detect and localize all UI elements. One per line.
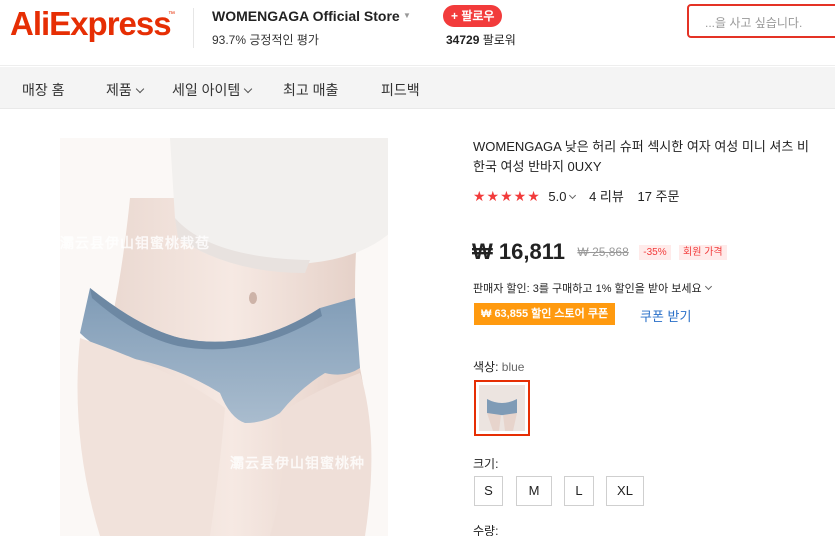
- watermark-text-bottom: 灞云县伊山钼蜜桃种: [230, 455, 365, 472]
- nav-item-feedback[interactable]: 피드백: [381, 80, 420, 100]
- chevron-down-icon: [244, 84, 253, 94]
- watermark-text-top: 灞云县伊山钼蜜桃栽苞: [60, 235, 210, 252]
- product-title-line1: WOMENGAGA 낮은 허리 슈퍼 섹시한 여자 여성 미니 셔츠 비: [473, 139, 809, 154]
- followers-label: 팔로워: [482, 33, 516, 47]
- color-label-text: 색상:: [473, 360, 499, 374]
- product-main-image[interactable]: 灞云县伊山钼蜜桃栽苞 灞云县伊山钼蜜桃种: [60, 138, 388, 536]
- chevron-down-icon: [135, 84, 145, 94]
- nav-item-store-home[interactable]: 매장 홈: [22, 80, 65, 100]
- orders-count: 17 주문: [637, 189, 680, 204]
- store-coupon-badge: ₩ 63,855 할인 스토어 쿠폰: [474, 303, 616, 325]
- store-positive-label: 긍정적인 평가: [249, 33, 319, 47]
- size-option-s[interactable]: S: [474, 476, 503, 506]
- search-input[interactable]: ...을 사고 싶습니다.: [687, 4, 835, 38]
- nav-item-label: 세일 아이템: [172, 82, 241, 98]
- reviews-link[interactable]: 4 리뷰: [589, 189, 624, 204]
- rating-row: ★★★★★ 5.0 4 리뷰 17 주문: [473, 186, 679, 204]
- store-nav: 매장 홈 제품 세일 아이템 최고 매출 피드백: [0, 67, 835, 109]
- store-name-link[interactable]: WOMENGAGA Official Store: [212, 8, 400, 24]
- follow-button[interactable]: + 팔로우: [443, 5, 503, 27]
- store-positive-pct: 93.7%: [212, 33, 247, 47]
- size-option-l[interactable]: L: [564, 476, 594, 506]
- price-row: ₩ 16,811 ₩ 25,868 -35% 회원 가격: [472, 239, 727, 265]
- get-coupon-link[interactable]: 쿠폰 받기: [640, 306, 691, 325]
- size-label: 크기:: [473, 457, 499, 471]
- nav-item-products[interactable]: 제품: [106, 80, 145, 100]
- color-swatch-blue[interactable]: [474, 380, 530, 436]
- member-price-badge: 회원 가격: [679, 245, 727, 260]
- aliexpress-logo[interactable]: AliExpress: [10, 5, 172, 43]
- rating-value[interactable]: 5.0: [548, 189, 566, 204]
- size-option-m[interactable]: M: [516, 476, 552, 506]
- search-placeholder: ...을 사고 싶습니다.: [705, 16, 803, 30]
- followers-count: 34729: [446, 33, 480, 47]
- color-label: 색상: blue: [473, 358, 524, 375]
- original-price: ₩ 25,868: [577, 245, 629, 259]
- seller-discount[interactable]: 판매자 할인: 3를 구매하고 1% 할인을 받아 보세요: [473, 280, 712, 296]
- star-rating-icon: ★★★★★: [473, 188, 541, 204]
- nav-item-sale-items[interactable]: 세일 아이템: [172, 80, 253, 100]
- size-option-xl[interactable]: XL: [606, 476, 644, 506]
- header-divider: [193, 8, 194, 48]
- product-title: WOMENGAGA 낮은 허리 슈퍼 섹시한 여자 여성 미니 셔츠 비 한국 …: [473, 137, 835, 177]
- discount-badge: -35%: [639, 245, 671, 260]
- nav-item-label: 제품: [106, 82, 132, 98]
- store-rating: 93.7% 긍정적인 평가: [212, 31, 319, 48]
- trademark-mark: ™: [168, 11, 175, 18]
- product-photo: 灞云县伊山钼蜜桃栽苞 灞云县伊山钼蜜桃种: [60, 138, 388, 536]
- nav-item-label: 매장 홈: [22, 82, 65, 98]
- followers: 34729 팔로워: [446, 31, 516, 48]
- chevron-down-icon[interactable]: [569, 191, 577, 200]
- current-price: ₩ 16,811: [472, 239, 565, 264]
- color-value: blue: [501, 360, 525, 374]
- seller-discount-text: 판매자 할인: 3를 구매하고 1% 할인을 받아 보세요: [473, 283, 702, 295]
- swatch-thumbnail: [479, 385, 525, 431]
- store-header: AliExpress ™ WOMENGAGA Official Store ▼ …: [0, 0, 835, 66]
- nav-item-label: 피드백: [381, 82, 420, 98]
- swatch-photo: [479, 385, 525, 431]
- chevron-down-icon: [704, 282, 712, 291]
- store-caret-icon[interactable]: ▼: [403, 11, 411, 20]
- nav-item-top-selling[interactable]: 최고 매출: [283, 80, 338, 100]
- quantity-label: 수량:: [473, 524, 499, 536]
- nav-item-label: 최고 매출: [283, 82, 339, 98]
- product-title-line2: 한국 여성 반바지 0UXY: [473, 159, 602, 174]
